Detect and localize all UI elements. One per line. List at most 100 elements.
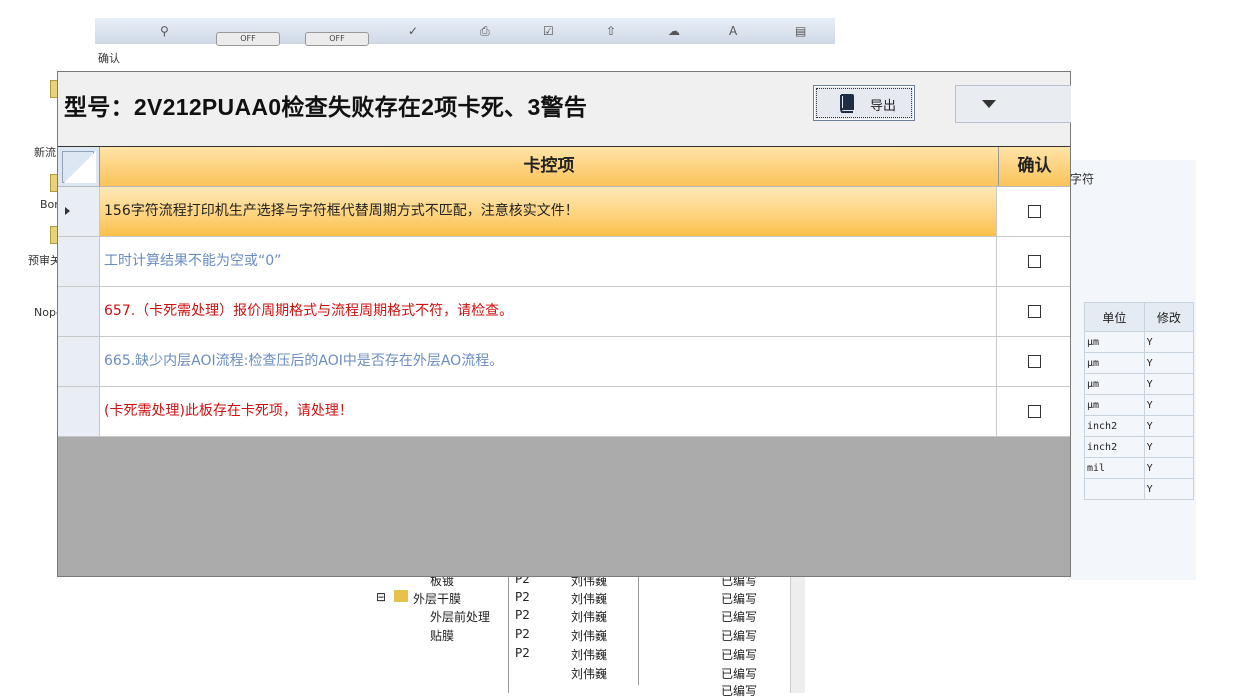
right-panel-label: 字符 xyxy=(1070,172,1095,186)
row-selector[interactable] xyxy=(58,287,100,336)
cell: μm xyxy=(1084,331,1145,353)
table-row[interactable]: 工时计算结果不能为空或“0” xyxy=(58,237,1070,287)
tree-node-status: 已编写 xyxy=(721,610,758,624)
tree-node-code: P2 xyxy=(515,646,530,660)
cell: Y xyxy=(1143,373,1195,395)
dropdown-button[interactable] xyxy=(955,85,1071,123)
check-items-grid: 卡控项 确认 156字符流程打印机生产选择与字符框代替周期方式不匹配，注意核实文… xyxy=(58,146,1070,437)
export-button[interactable]: 导出 xyxy=(813,85,915,121)
table-row[interactable]: inch2 Y xyxy=(1084,415,1195,437)
check-failed-dialog: 型号：2V212PUAA0检查失败存在2项卡死、3警告 导出 确认 卡控项 确认… xyxy=(58,52,1071,576)
select-all-corner[interactable] xyxy=(58,147,100,186)
upload-icon[interactable]: ⇧ xyxy=(606,24,616,38)
column-divider xyxy=(638,575,639,685)
table-row[interactable]: μm Y xyxy=(1084,331,1195,353)
confirm-checkbox[interactable] xyxy=(1028,205,1041,218)
tree-node-status: 已编写 xyxy=(721,667,758,681)
cell: Y xyxy=(1143,331,1195,353)
cell: Y xyxy=(1143,436,1195,458)
check-icon[interactable]: ✓ xyxy=(408,24,418,38)
confirm-checkbox[interactable] xyxy=(1028,305,1041,318)
folder-icon xyxy=(394,590,408,602)
confirm-checkbox[interactable] xyxy=(1028,355,1041,368)
tree-node-user: 刘伟巍 xyxy=(571,610,608,624)
row-text: 665.缺少内层AOI流程:检查压后的AOI中是否存在外层AO流程。 xyxy=(100,337,997,386)
table-row[interactable]: mil Y xyxy=(1084,457,1195,479)
cell: Y xyxy=(1143,415,1195,437)
col-header-confirm[interactable]: 确认 xyxy=(999,147,1070,186)
tree-node-status: 已编写 xyxy=(721,684,758,698)
dialog-title: 型号：2V212PUAA0检查失败存在2项卡死、3警告 xyxy=(64,94,588,120)
search-icon[interactable]: ⚲ xyxy=(160,24,169,38)
cell: μm xyxy=(1084,373,1145,395)
cell: Y xyxy=(1143,478,1195,500)
row-selector[interactable] xyxy=(58,387,100,436)
vertical-scrollbar[interactable] xyxy=(790,575,805,693)
tree-node-user: 刘伟巍 xyxy=(571,648,608,662)
tree-node-user: 刘伟巍 xyxy=(571,592,608,606)
toggle-2[interactable]: OFF xyxy=(305,32,369,46)
table-row[interactable]: 657.（卡死需处理）报价周期格式与流程周期格式不符，请检查。 xyxy=(58,287,1070,337)
cell: Y xyxy=(1143,352,1195,374)
tree-node-label[interactable]: 外层前处理 xyxy=(430,608,490,626)
tree-node-label[interactable]: 外层干膜 xyxy=(413,590,461,608)
left-nav-label-1[interactable]: 新流 xyxy=(34,144,56,160)
row-text: 工时计算结果不能为空或“0” xyxy=(100,237,997,286)
tree-node-status: 已编写 xyxy=(721,648,758,662)
grid-header: 卡控项 确认 xyxy=(58,147,1070,187)
table-row[interactable]: Y xyxy=(1084,478,1195,500)
row-selector[interactable] xyxy=(58,187,100,236)
cell: mil xyxy=(1084,457,1145,479)
table-row[interactable]: (卡死需处理)此板存在卡死项，请处理！ xyxy=(58,387,1070,437)
row-text: 156字符流程打印机生产选择与字符框代替周期方式不匹配，注意核实文件！ xyxy=(100,187,997,236)
col-header-modify[interactable]: 修改 xyxy=(1143,302,1195,332)
font-icon[interactable]: A xyxy=(729,24,737,38)
cell: Y xyxy=(1143,457,1195,479)
left-nav-label-3[interactable]: 预审关 xyxy=(28,252,61,268)
row-text: 657.（卡死需处理）报价周期格式与流程周期格式不符，请检查。 xyxy=(100,287,997,336)
cloud-icon[interactable]: ☁ xyxy=(668,24,680,38)
tree-node-user: 刘伟巍 xyxy=(571,667,608,681)
row-text: (卡死需处理)此板存在卡死项，请处理！ xyxy=(100,387,997,436)
cell: inch2 xyxy=(1084,415,1145,437)
column-divider xyxy=(508,575,509,693)
dialog-caption: 确认 xyxy=(98,52,120,65)
table-row[interactable]: μm Y xyxy=(1084,394,1195,416)
tree-node-status: 已编写 xyxy=(721,592,758,606)
row-selector[interactable] xyxy=(58,337,100,386)
tree-node-code: P2 xyxy=(515,608,530,622)
tree-node-user: 刘伟巍 xyxy=(571,629,608,643)
left-nav: 新流 Bom 预审关 Nope xyxy=(0,60,66,390)
table-row[interactable]: inch2 Y xyxy=(1084,436,1195,458)
background-toolbar xyxy=(95,18,835,44)
table-row[interactable]: μm Y xyxy=(1084,352,1195,374)
tree-node-code: P2 xyxy=(515,590,530,604)
document-icon[interactable]: ▤ xyxy=(795,24,806,38)
tree-expand-icon[interactable]: ⊟ xyxy=(376,590,386,608)
row-pointer-icon xyxy=(65,207,70,215)
print-icon[interactable]: ⎙ xyxy=(480,24,490,39)
right-grid: 单位 修改 μm Y μm Y μm Y μm Y inch2 Y inch2 Y mil Y… xyxy=(1084,302,1195,500)
cell: μm xyxy=(1084,352,1145,374)
cell: Y xyxy=(1143,394,1195,416)
tree-node-status: 已编写 xyxy=(721,629,758,643)
table-row[interactable]: 156字符流程打印机生产选择与字符框代替周期方式不匹配，注意核实文件！ xyxy=(58,187,1070,237)
cell: μm xyxy=(1084,394,1145,416)
checkbox-icon[interactable]: ☑ xyxy=(543,24,554,38)
confirm-checkbox[interactable] xyxy=(1028,405,1041,418)
dialog-header: 型号：2V212PUAA0检查失败存在2项卡死、3警告 导出 xyxy=(58,72,1071,146)
row-selector[interactable] xyxy=(58,237,100,286)
book-icon xyxy=(840,94,854,113)
export-label: 导出 xyxy=(870,99,897,114)
table-row[interactable]: μm Y xyxy=(1084,373,1195,395)
cell: inch2 xyxy=(1084,436,1145,458)
col-header-item[interactable]: 卡控项 xyxy=(100,147,999,186)
confirm-checkbox[interactable] xyxy=(1028,255,1041,268)
toggle-1[interactable]: OFF xyxy=(216,32,280,46)
tree-node-code: P2 xyxy=(515,627,530,641)
tree-node-label[interactable]: 贴膜 xyxy=(430,627,454,645)
col-header-unit[interactable]: 单位 xyxy=(1084,302,1145,332)
table-row[interactable]: 665.缺少内层AOI流程:检查压后的AOI中是否存在外层AO流程。 xyxy=(58,337,1070,387)
cell xyxy=(1084,478,1145,500)
chevron-down-icon xyxy=(982,100,996,108)
